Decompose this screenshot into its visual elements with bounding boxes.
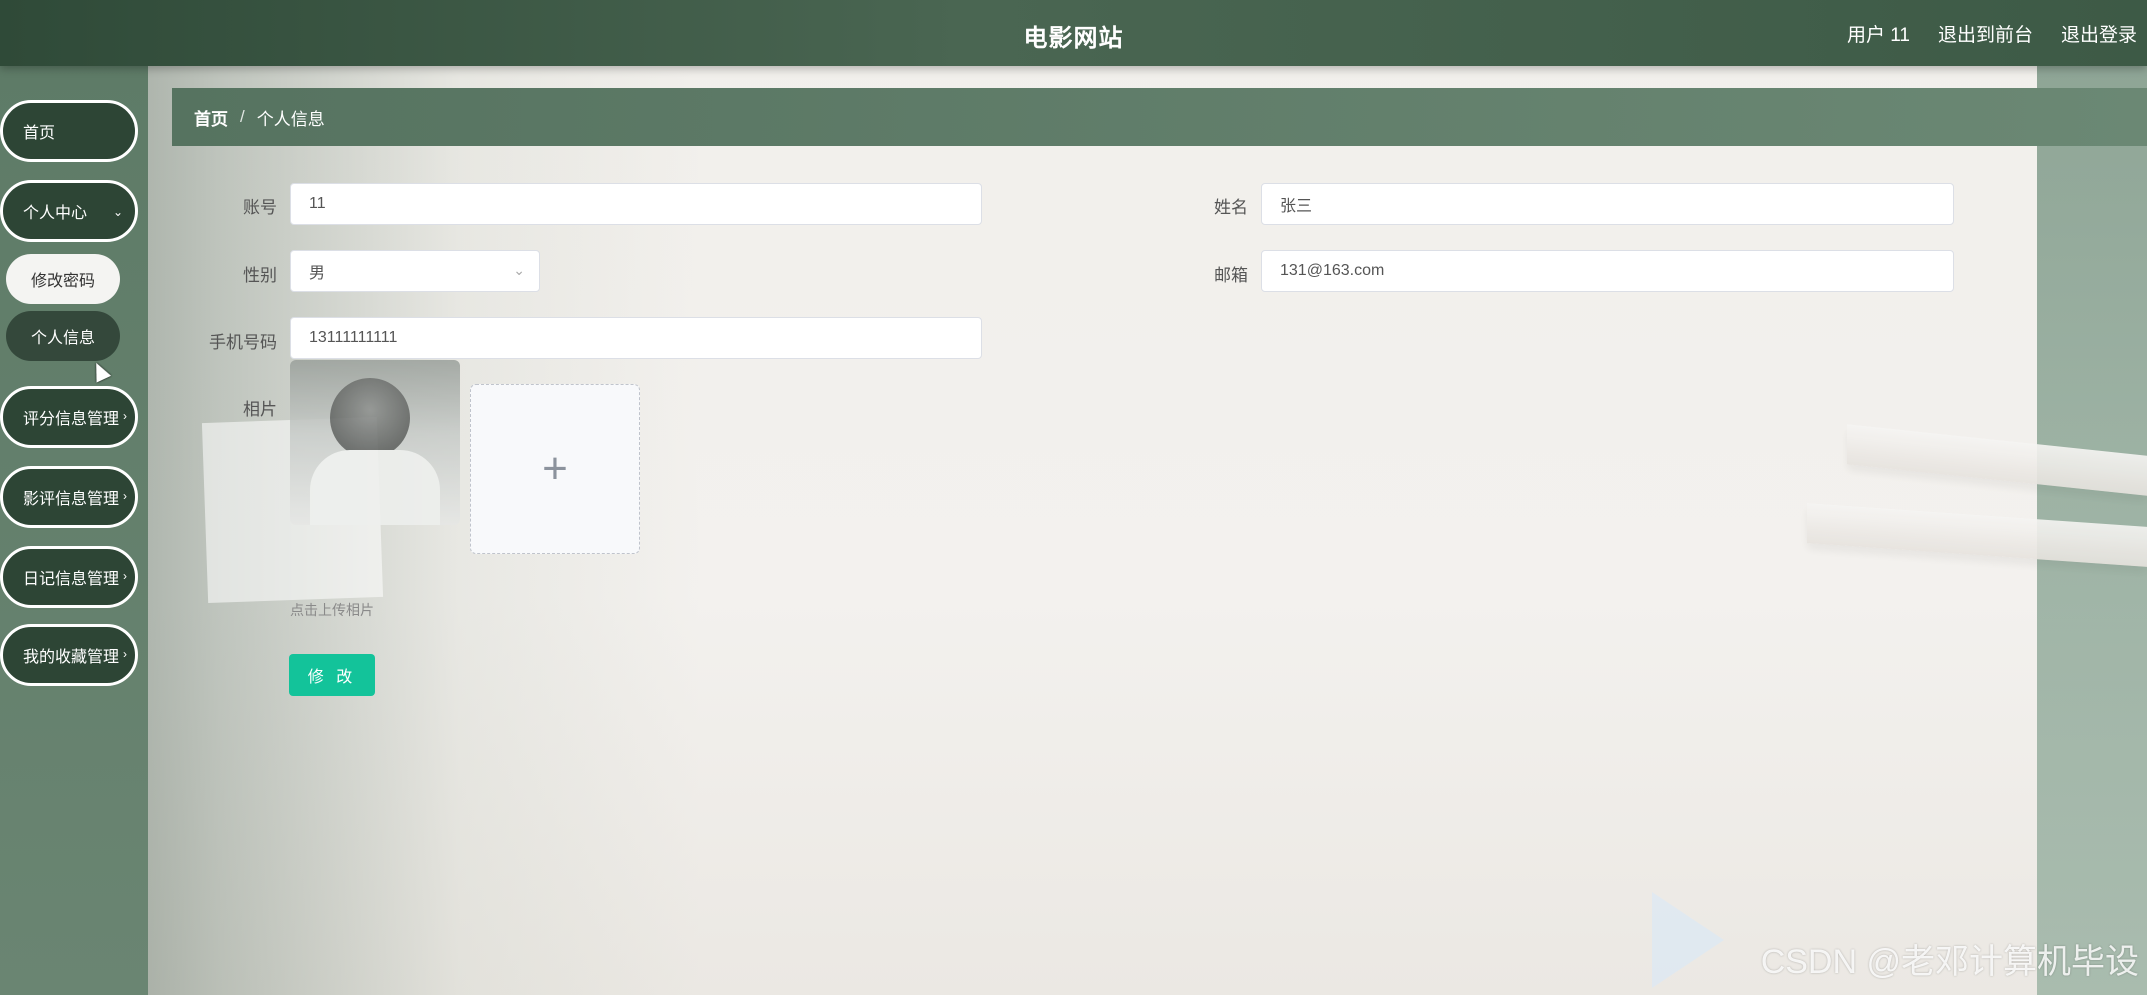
sidebar-item-review-management[interactable]: 影评信息管理 › — [0, 466, 138, 528]
sidebar-item-home[interactable]: 首页 — [0, 100, 138, 162]
breadcrumb-home[interactable]: 首页 — [194, 105, 228, 130]
plus-icon: + — [542, 444, 568, 493]
chevron-right-icon: › — [123, 409, 127, 423]
breadcrumb: 首页 / 个人信息 — [172, 88, 2147, 146]
photo-upload-button[interactable]: + — [470, 384, 640, 554]
submit-button[interactable]: 修 改 — [289, 654, 375, 696]
gender-select[interactable]: 男 ⌄ — [290, 250, 540, 292]
sidebar-subitem-label: 修改密码 — [30, 273, 95, 290]
sidebar-item-label: 影评信息管理 — [23, 491, 120, 508]
sidebar-subitem-personal-info[interactable]: 个人信息 — [6, 311, 120, 361]
sidebar-subitem-change-password[interactable]: 修改密码 — [6, 254, 120, 304]
chevron-down-icon: ⌄ — [513, 262, 525, 278]
sidebar-item-favorites-management[interactable]: 我的收藏管理 › — [0, 624, 138, 686]
photo-body-shape — [310, 450, 440, 525]
sidebar: 首页 个人中心 ⌄ 修改密码 个人信息 评分信息管理 › 影评信息管理 › 日记… — [0, 66, 148, 995]
email-label: 邮箱 — [1214, 266, 1248, 285]
sidebar-item-personal-center[interactable]: 个人中心 ⌄ — [0, 180, 138, 242]
email-field[interactable]: 131@163.com — [1261, 250, 1954, 292]
sidebar-item-label: 日记信息管理 — [23, 571, 120, 588]
sidebar-subitem-label: 个人信息 — [30, 330, 95, 347]
user-link[interactable]: 用户 11 — [1847, 20, 1910, 47]
gender-select-value: 男 — [309, 265, 326, 282]
back-to-front-link[interactable]: 退出到前台 — [1938, 20, 2033, 47]
photo-label: 相片 — [243, 400, 277, 419]
chevron-right-icon: › — [123, 489, 127, 503]
name-label: 姓名 — [1214, 198, 1248, 217]
account-field[interactable]: 11 — [290, 183, 982, 225]
watermark-logo — [1652, 892, 1724, 988]
photo-head-shape — [330, 378, 410, 458]
top-links: 用户 11 退出到前台 退出登录 — [1847, 20, 2137, 47]
phone-label: 手机号码 — [209, 333, 277, 352]
account-label: 账号 — [243, 198, 277, 217]
sidebar-item-label: 我的收藏管理 — [23, 649, 120, 666]
chevron-right-icon: › — [123, 647, 127, 661]
sidebar-item-label: 个人中心 — [23, 205, 88, 222]
sidebar-item-label: 首页 — [23, 125, 56, 142]
breadcrumb-separator: / — [240, 107, 245, 126]
logout-link[interactable]: 退出登录 — [2061, 20, 2137, 47]
phone-field[interactable]: 13111111111 — [290, 317, 982, 359]
profile-photo — [290, 360, 460, 525]
breadcrumb-current: 个人信息 — [256, 109, 325, 129]
top-bar: 电影网站 用户 11 退出到前台 退出登录 — [0, 0, 2147, 66]
name-field[interactable]: 张三 — [1261, 183, 1954, 225]
upload-tip: 点击上传相片 — [290, 602, 374, 618]
watermark: CSDN @老邓计算机毕设 — [1760, 943, 2139, 981]
chevron-right-icon: › — [123, 569, 127, 583]
gender-label: 性别 — [243, 266, 277, 285]
chevron-down-icon: ⌄ — [112, 205, 123, 219]
sidebar-item-diary-management[interactable]: 日记信息管理 › — [0, 546, 138, 608]
sidebar-item-label: 评分信息管理 — [23, 411, 120, 428]
site-title: 电影网站 — [1023, 25, 1124, 52]
sidebar-item-rating-management[interactable]: 评分信息管理 › — [0, 386, 138, 448]
